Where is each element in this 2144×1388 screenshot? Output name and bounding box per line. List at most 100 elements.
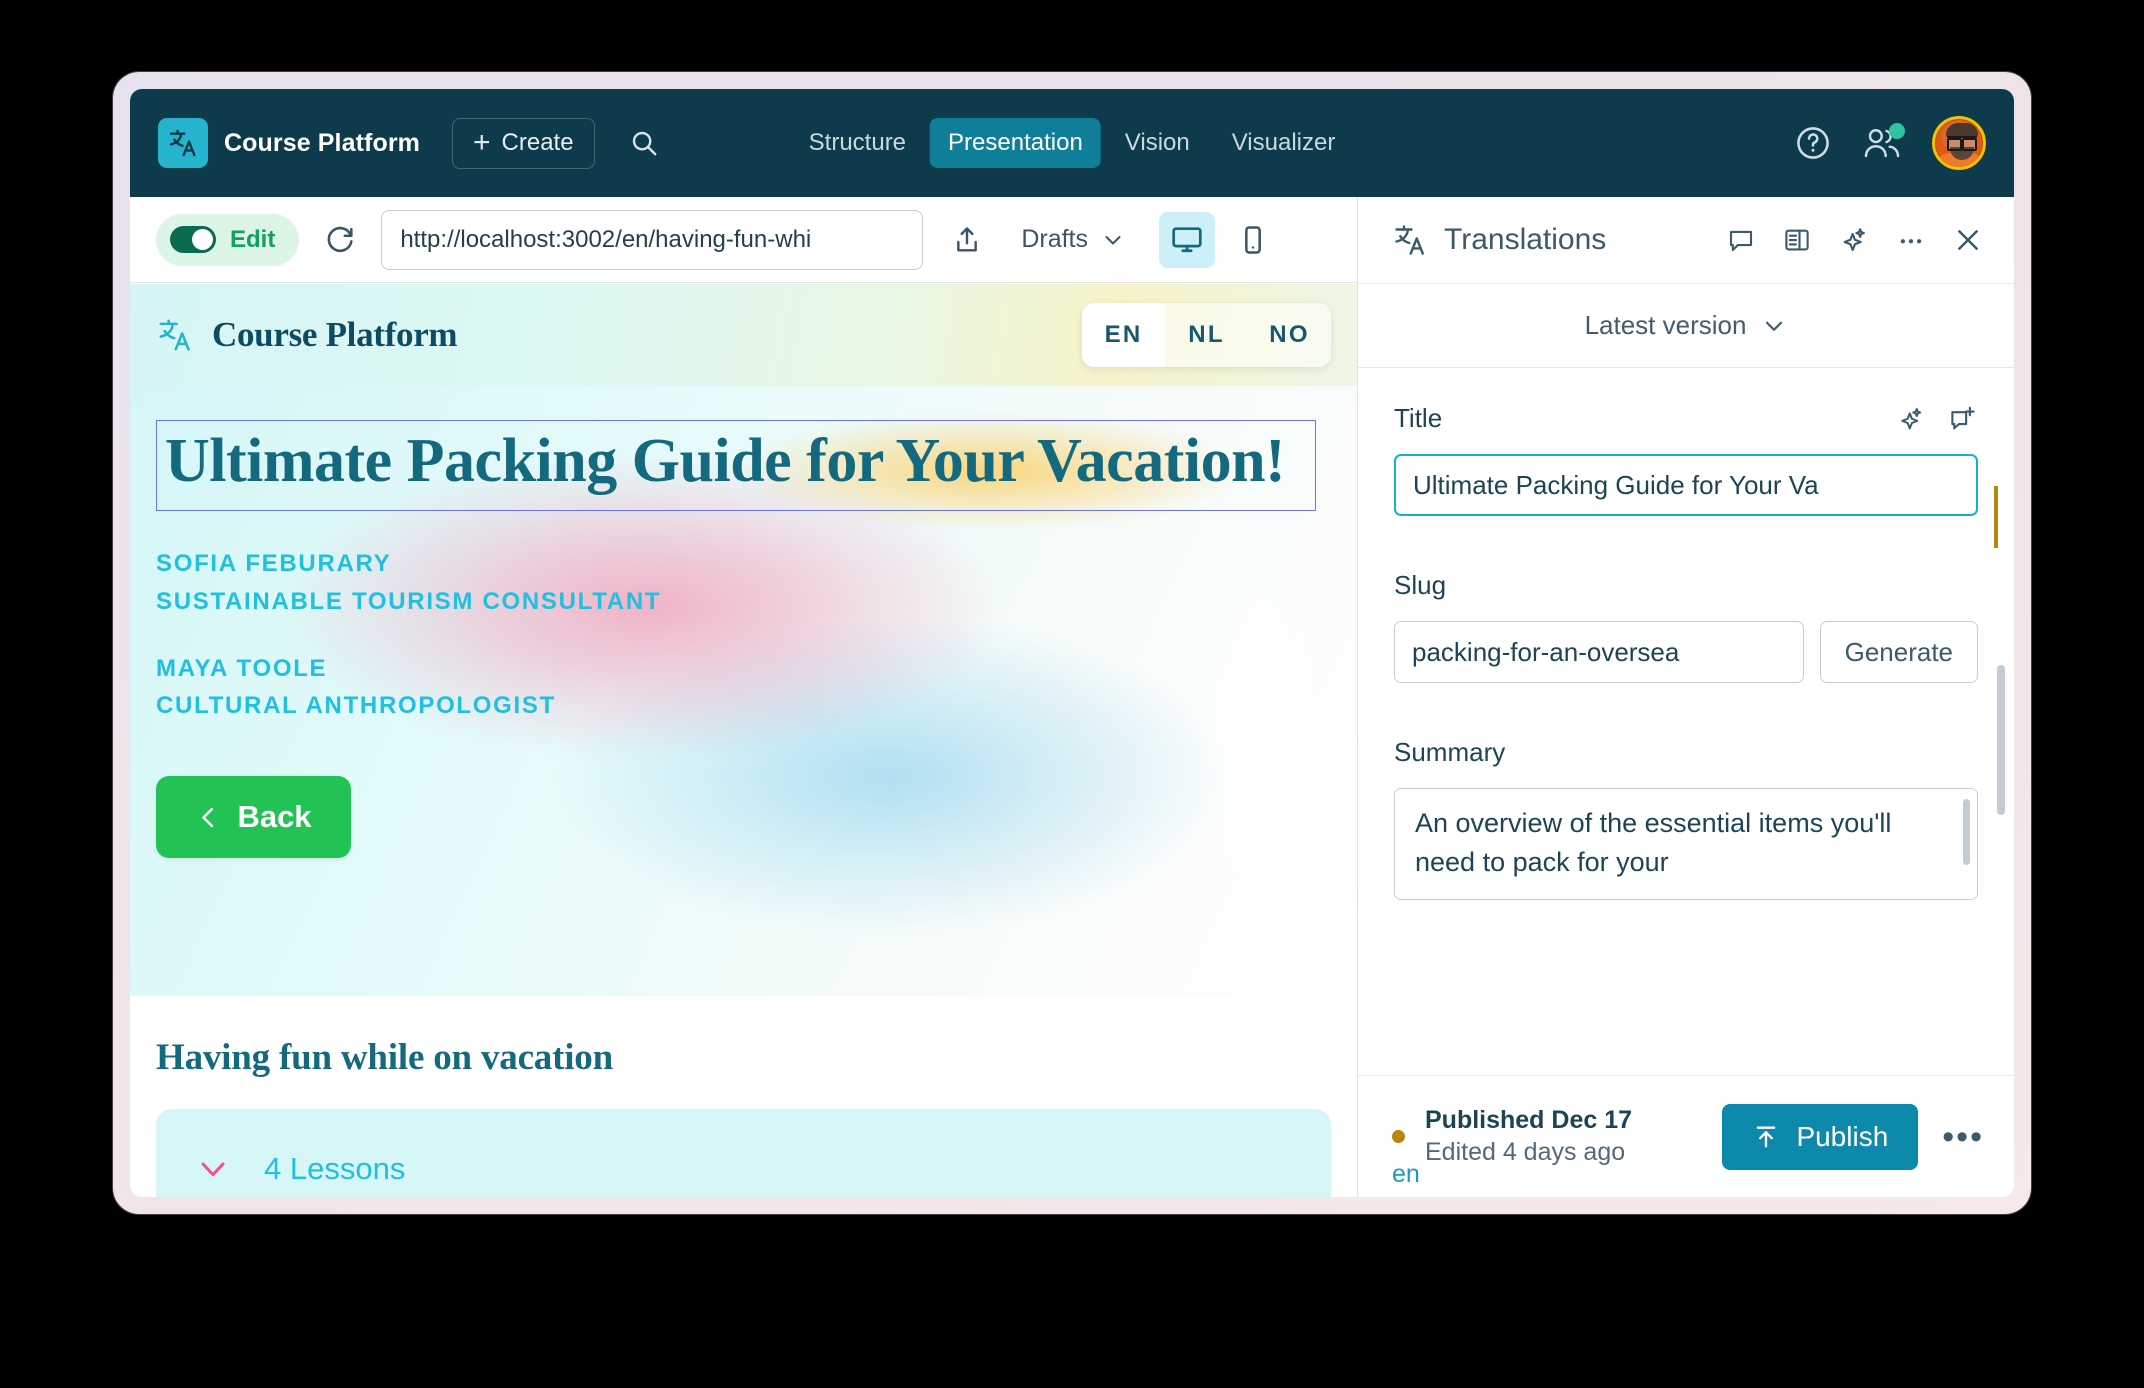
comment-icon[interactable] <box>1726 225 1756 255</box>
generate-slug-button[interactable]: Generate <box>1819 621 1978 683</box>
app-window: Course Platform + Create Structure Prese… <box>113 72 2031 1214</box>
title-input[interactable]: Ultimate Packing Guide for Your Va <box>1394 454 1978 516</box>
back-button[interactable]: Back <box>156 776 351 859</box>
author-role: CULTURAL ANTHROPOLOGIST <box>156 692 556 719</box>
screen-root: Course Platform + Create Structure Prese… <box>0 0 2144 1388</box>
language-option-en[interactable]: EN <box>1082 303 1165 367</box>
chevron-down-icon <box>1101 228 1125 252</box>
preview-section: Having fun while on vacation 4 Lessons <box>130 996 1357 1197</box>
top-navigation-bar: Course Platform + Create Structure Prese… <box>130 89 2014 197</box>
summary-value: An overview of the essential items you'l… <box>1415 808 1892 878</box>
tab-structure[interactable]: Structure <box>791 118 924 168</box>
chevron-down-icon <box>1761 313 1787 339</box>
language-switcher: EN NL NO <box>1082 303 1331 367</box>
preview-site-header: Course Platform EN NL NO <box>130 284 1357 386</box>
site-preview: Course Platform EN NL NO Ultimate Packin… <box>130 284 1357 1197</box>
panel-scrollbar[interactable] <box>1997 665 2005 815</box>
refresh-icon[interactable] <box>323 223 357 257</box>
chevron-left-icon <box>195 804 222 831</box>
panel-title: Translations <box>1444 223 1607 256</box>
url-input[interactable]: http://localhost:3002/en/having-fun-whi <box>381 209 924 270</box>
presence-status-dot <box>1889 123 1905 139</box>
version-label: Latest version <box>1584 310 1747 340</box>
author-name: SOFIA FEBURARY <box>156 550 392 578</box>
translate-icon <box>156 316 194 354</box>
tab-vision[interactable]: Vision <box>1107 118 1208 168</box>
field-slug: Slug packing-for-an-oversea Generate <box>1394 570 1978 683</box>
panel-header: Translations <box>1358 197 2014 284</box>
create-button[interactable]: + Create <box>451 117 595 169</box>
toggle-switch <box>170 226 216 253</box>
summary-scrollbar[interactable] <box>1963 799 1970 865</box>
authors-list: SOFIA FEBURARY SUSTAINABLE TOURISM CONSU… <box>156 545 1331 724</box>
mobile-icon[interactable] <box>1225 212 1281 268</box>
preview-pane: Edit http://localhost:3002/en/having-fun… <box>130 197 1358 1197</box>
preview-brand[interactable]: Course Platform <box>156 315 458 355</box>
preview-toolbar: Edit http://localhost:3002/en/having-fun… <box>130 197 1357 283</box>
panel-header-actions <box>1726 224 1984 256</box>
summary-field-label: Summary <box>1394 737 1506 767</box>
publish-status-primary: Published Dec 17 <box>1425 1106 1633 1134</box>
publish-button[interactable]: Publish <box>1722 1103 1919 1170</box>
share-icon[interactable] <box>951 224 983 256</box>
publish-status: Published Dec 17 Edited 4 days ago <box>1425 1106 1632 1167</box>
more-horizontal-icon[interactable]: ••• <box>1942 1120 1984 1154</box>
drafts-label: Drafts <box>1021 225 1089 253</box>
brand-name: Course Platform <box>224 128 420 157</box>
slug-input[interactable]: packing-for-an-oversea <box>1394 621 1804 683</box>
question-circle-icon[interactable] <box>1794 124 1832 162</box>
main-nav-tabs: Structure Presentation Vision Visualizer <box>791 118 1354 168</box>
translate-icon <box>158 118 208 168</box>
sparkle-icon[interactable] <box>1838 224 1870 256</box>
language-tag-en[interactable]: en <box>1392 1160 1420 1189</box>
tab-presentation[interactable]: Presentation <box>930 118 1101 168</box>
panel-footer: Published Dec 17 Edited 4 days ago Publi… <box>1358 1075 2014 1197</box>
summary-textarea[interactable]: An overview of the essential items you'l… <box>1394 788 1978 900</box>
edit-toggle-label: Edit <box>230 225 276 253</box>
author-item: MAYA TOOLE CULTURAL ANTHROPOLOGIST <box>156 650 1331 724</box>
field-summary: Summary An overview of the essential ite… <box>1394 737 1978 900</box>
language-option-no[interactable]: NO <box>1248 303 1331 367</box>
back-button-label: Back <box>237 799 312 835</box>
avatar[interactable] <box>1932 116 1986 170</box>
tab-visualizer[interactable]: Visualizer <box>1214 118 1354 168</box>
brand[interactable]: Course Platform <box>158 118 420 168</box>
slug-field-label: Slug <box>1394 570 1447 600</box>
topbar-right-actions <box>1794 116 1986 170</box>
edit-toggle[interactable]: Edit <box>156 213 300 266</box>
create-button-label: Create <box>501 129 574 156</box>
author-role: SUSTAINABLE TOURISM CONSULTANT <box>156 587 662 615</box>
lessons-accordion[interactable]: 4 Lessons <box>156 1109 1331 1197</box>
title-field-label: Title <box>1394 403 1443 433</box>
chevron-down-icon[interactable] <box>196 1152 230 1186</box>
author-name: MAYA TOOLE <box>156 654 328 682</box>
users-icon[interactable] <box>1862 123 1905 162</box>
lessons-count-label: 4 Lessons <box>264 1151 406 1186</box>
close-icon[interactable] <box>1952 224 1984 256</box>
view-mode-switch <box>1159 211 1281 268</box>
drafts-dropdown[interactable]: Drafts <box>1021 225 1125 254</box>
field-title: Title Ultimate Packing Guide for Your Va <box>1394 403 1998 548</box>
publish-button-label: Publish <box>1796 1120 1889 1152</box>
plus-icon: + <box>472 126 491 159</box>
translations-panel: Translations Latest version Title Ultima… <box>1358 197 2014 1197</box>
status-badge <box>1392 1130 1405 1143</box>
section-title: Having fun while on vacation <box>156 1037 613 1078</box>
hero-title: Ultimate Packing Guide for Your Vacation… <box>165 427 1286 495</box>
preview-hero: Ultimate Packing Guide for Your Vacation… <box>130 386 1357 996</box>
field-change-indicator <box>1994 486 1998 548</box>
language-option-nl[interactable]: NL <box>1165 303 1248 367</box>
version-selector[interactable]: Latest version <box>1358 284 2014 368</box>
search-icon[interactable] <box>621 120 667 166</box>
author-item: SOFIA FEBURARY SUSTAINABLE TOURISM CONSU… <box>156 545 1331 619</box>
panel-fields: Title Ultimate Packing Guide for Your Va… <box>1358 369 2014 1075</box>
more-horizontal-icon[interactable] <box>1896 225 1926 255</box>
desktop-icon[interactable] <box>1159 211 1216 268</box>
publish-status-secondary: Edited 4 days ago <box>1425 1138 1626 1166</box>
hero-title-editable-region[interactable]: Ultimate Packing Guide for Your Vacation… <box>156 420 1316 512</box>
publish-arrow-icon <box>1752 1123 1780 1151</box>
sparkle-icon[interactable] <box>1896 404 1926 434</box>
panel-layout-icon[interactable] <box>1782 225 1812 255</box>
add-comment-icon[interactable] <box>1948 404 1978 434</box>
preview-brand-name: Course Platform <box>212 315 458 354</box>
